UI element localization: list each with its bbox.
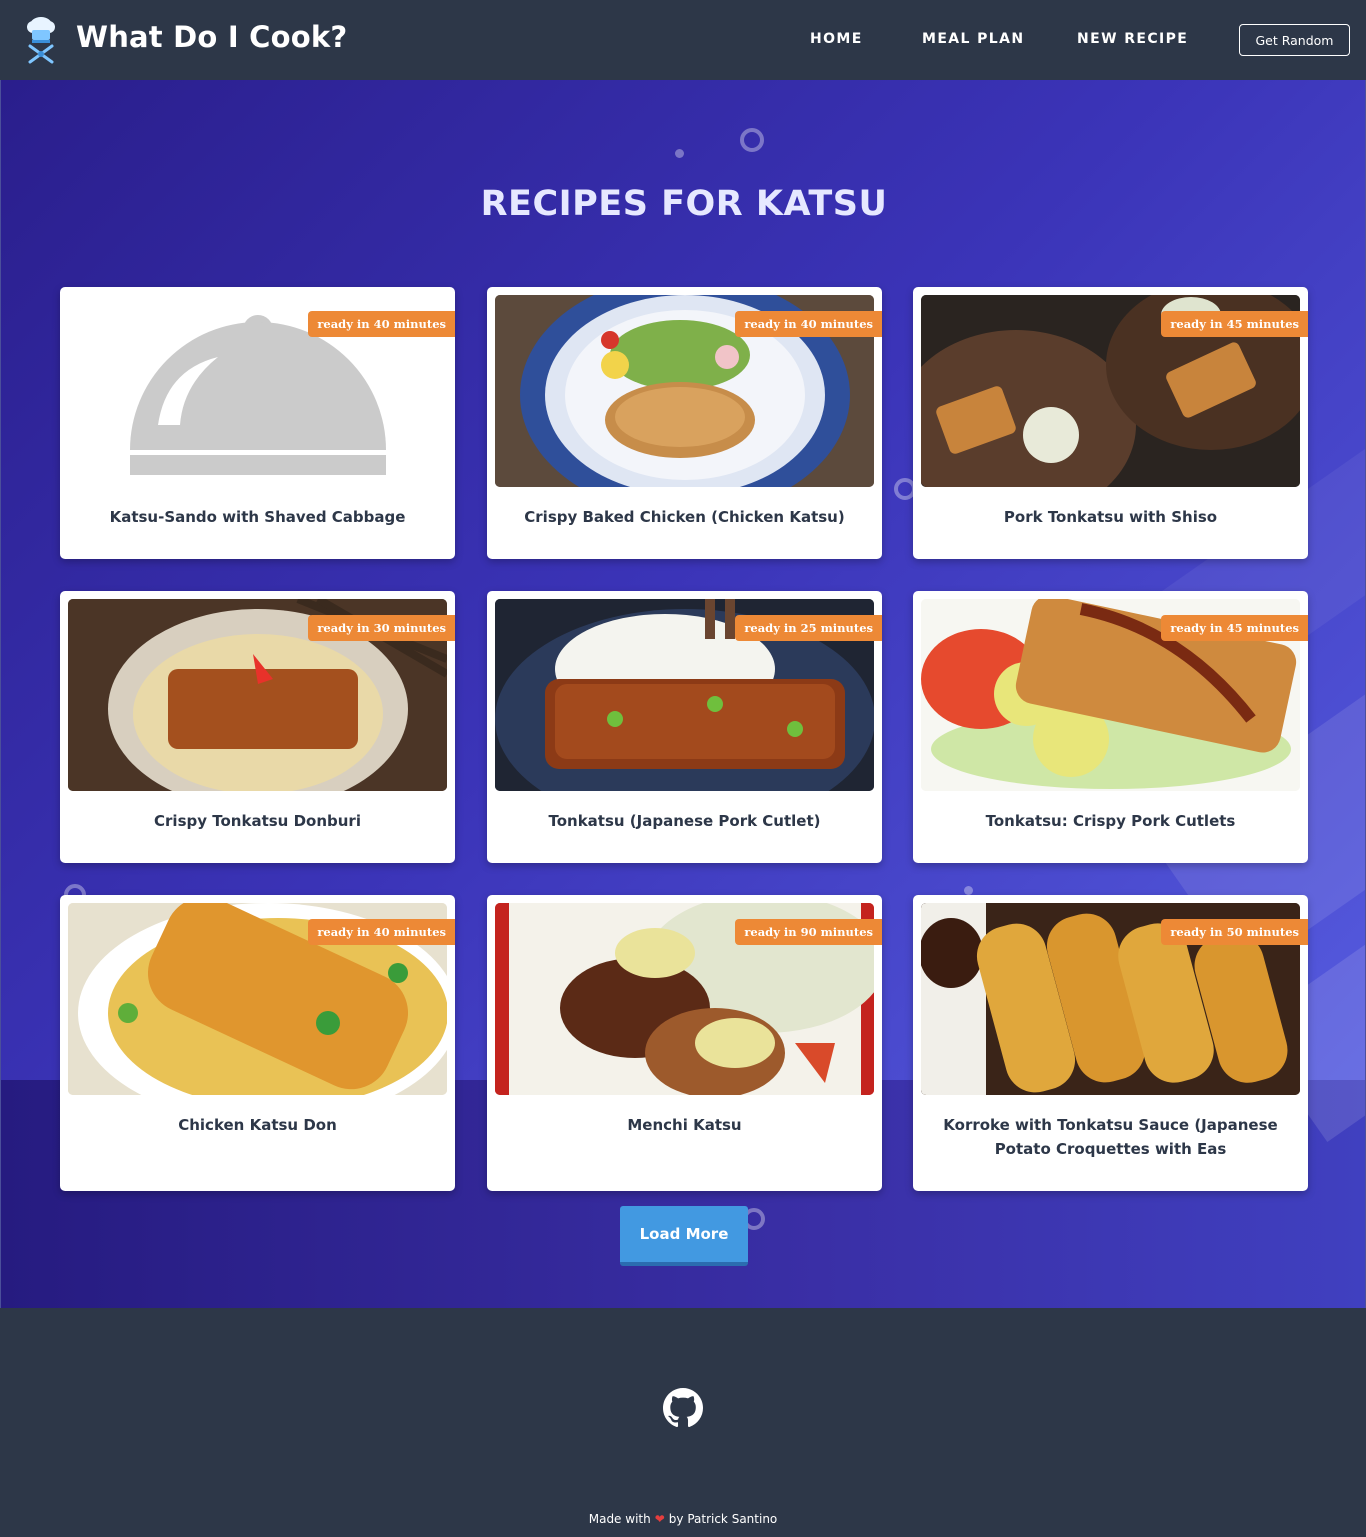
recipe-card[interactable]: ready in 50 minutes Korroke with Tonkats… bbox=[913, 895, 1308, 1191]
ready-time-badge: ready in 30 minutes bbox=[308, 615, 455, 641]
credits: Made with ❤ by Patrick Santino bbox=[0, 1512, 1366, 1526]
ready-time-badge: ready in 40 minutes bbox=[735, 311, 882, 337]
nav-new-recipe[interactable]: NEW RECIPE bbox=[1077, 31, 1188, 47]
ready-time-badge: ready in 45 minutes bbox=[1161, 615, 1308, 641]
recipe-title[interactable]: Katsu-Sando with Shaved Cabbage bbox=[74, 505, 441, 529]
recipe-title[interactable]: Tonkatsu: Crispy Pork Cutlets bbox=[927, 809, 1294, 833]
site-header: What Do I Cook? HOME MEAL PLAN NEW RECIP… bbox=[0, 0, 1366, 80]
page-title: RECIPES FOR KATSU bbox=[480, 184, 888, 224]
author-text: by Patrick Santino bbox=[668, 1512, 778, 1526]
brand-title[interactable]: What Do I Cook? bbox=[76, 20, 347, 54]
ready-time-badge: ready in 25 minutes bbox=[735, 615, 882, 641]
get-random-button[interactable]: Get Random bbox=[1239, 24, 1350, 56]
load-more-button[interactable]: Load More bbox=[620, 1206, 748, 1266]
site-footer: Made with ❤ by Patrick Santino bbox=[0, 1308, 1366, 1537]
nav-meal-plan[interactable]: MEAL PLAN bbox=[922, 31, 1024, 47]
recipes-section: RECIPES FOR KATSU ready in 40 minutes Ka… bbox=[0, 80, 1366, 1308]
recipe-title[interactable]: Chicken Katsu Don bbox=[74, 1113, 441, 1137]
recipe-card[interactable]: ready in 30 minutes Crispy Tonkatsu Donb… bbox=[60, 591, 455, 863]
recipe-title[interactable]: Crispy Tonkatsu Donburi bbox=[74, 809, 441, 833]
ready-time-badge: ready in 40 minutes bbox=[308, 919, 455, 945]
chef-hat-icon[interactable] bbox=[24, 16, 58, 64]
ready-time-badge: ready in 45 minutes bbox=[1161, 311, 1308, 337]
recipe-card[interactable]: ready in 40 minutes Chicken Katsu Don bbox=[60, 895, 455, 1191]
recipe-title[interactable]: Tonkatsu (Japanese Pork Cutlet) bbox=[501, 809, 868, 833]
recipe-card[interactable]: ready in 25 minutes Tonkatsu (Japanese P… bbox=[487, 591, 882, 863]
recipe-title[interactable]: Korroke with Tonkatsu Sauce (Japanese Po… bbox=[927, 1113, 1294, 1161]
recipe-card[interactable]: ready in 45 minutes Tonkatsu: Crispy Por… bbox=[913, 591, 1308, 863]
ready-time-badge: ready in 50 minutes bbox=[1161, 919, 1308, 945]
recipe-title[interactable]: Crispy Baked Chicken (Chicken Katsu) bbox=[501, 505, 868, 529]
ready-time-badge: ready in 90 minutes bbox=[735, 919, 882, 945]
recipe-title[interactable]: Pork Tonkatsu with Shiso bbox=[927, 505, 1294, 529]
decor-dot bbox=[675, 149, 684, 158]
made-with-text: Made with bbox=[588, 1512, 651, 1526]
heart-icon: ❤ bbox=[654, 1512, 665, 1526]
recipe-card[interactable]: ready in 45 minutes Pork Tonkatsu with S… bbox=[913, 287, 1308, 559]
decor-ring bbox=[740, 128, 764, 152]
nav-home[interactable]: HOME bbox=[810, 31, 863, 47]
recipe-title[interactable]: Menchi Katsu bbox=[501, 1113, 868, 1137]
recipe-card[interactable]: ready in 90 minutes Menchi Katsu bbox=[487, 895, 882, 1191]
github-icon[interactable] bbox=[663, 1388, 703, 1428]
decor-dot bbox=[964, 886, 973, 895]
recipe-card[interactable]: ready in 40 minutes Katsu-Sando with Sha… bbox=[60, 287, 455, 559]
recipe-card[interactable]: ready in 40 minutes Crispy Baked Chicken… bbox=[487, 287, 882, 559]
ready-time-badge: ready in 40 minutes bbox=[308, 311, 455, 337]
